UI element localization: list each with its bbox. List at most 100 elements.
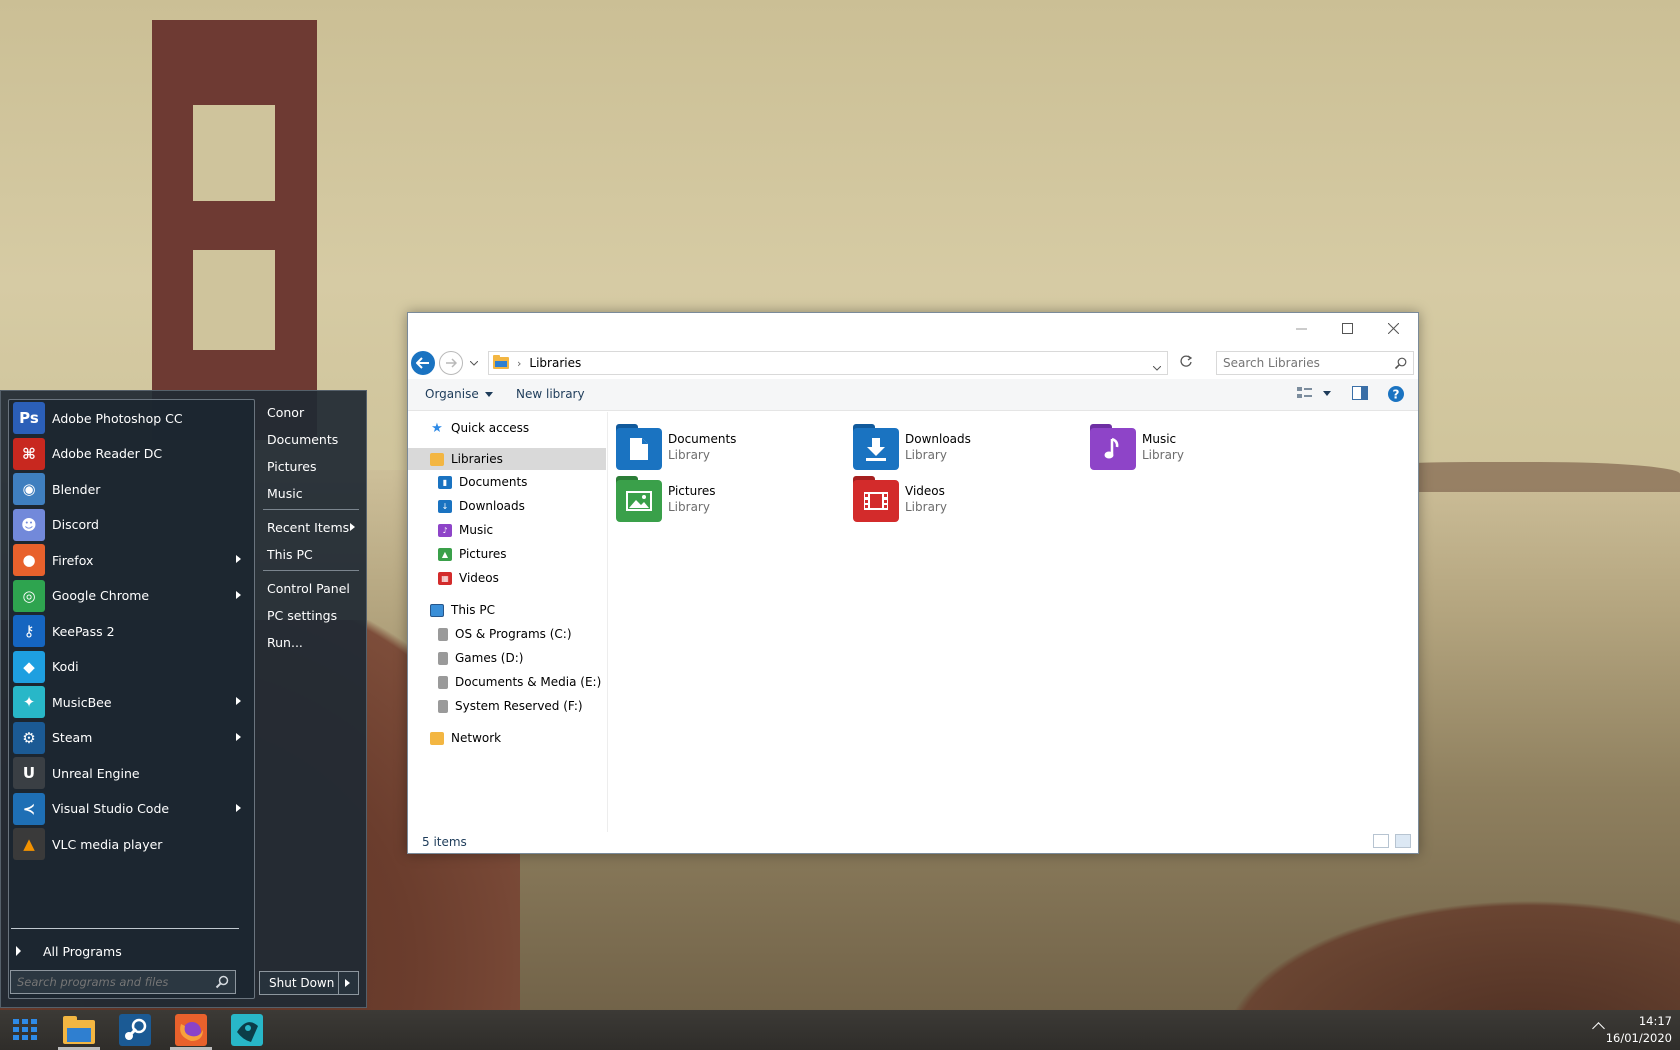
place-run[interactable]: Run... — [259, 630, 361, 654]
nav-videos[interactable]: ▦ Videos — [438, 567, 499, 589]
breadcrumb-separator-icon: › — [517, 356, 522, 370]
chevron-down-icon[interactable] — [1323, 390, 1331, 396]
drive-icon — [438, 627, 448, 641]
program-item[interactable]: ◆ Kodi — [13, 649, 249, 685]
program-label: Blender — [52, 481, 101, 497]
nav-pictures[interactable]: ▲ Pictures — [438, 543, 507, 565]
program-item[interactable]: Ps Adobe Photoshop CC — [13, 400, 249, 436]
start-search-box[interactable] — [10, 970, 236, 994]
search-icon[interactable] — [215, 975, 229, 992]
show-hidden-icons-button[interactable] — [1592, 1022, 1605, 1035]
library-pictures[interactable]: Pictures Library — [614, 475, 854, 523]
address-row: › Libraries — [408, 349, 1418, 377]
chevron-right-icon — [16, 946, 21, 956]
nav-documents-label: Documents — [459, 475, 528, 489]
program-item[interactable]: ⚙ Steam — [13, 720, 249, 756]
taskbar-musicbee[interactable] — [222, 1010, 272, 1050]
organise-button[interactable]: Organise — [425, 387, 493, 401]
status-bar: 5 items — [408, 831, 1418, 853]
search-icon[interactable] — [1394, 357, 1407, 373]
address-dropdown-icon[interactable] — [1152, 360, 1162, 374]
program-item[interactable]: U Unreal Engine — [13, 755, 249, 791]
nav-quick-access[interactable]: ★ Quick access — [430, 417, 600, 439]
nav-drive-f[interactable]: System Reserved (F:) — [438, 695, 583, 717]
divider — [11, 928, 239, 929]
place-recent-items[interactable]: Recent Items — [259, 515, 361, 539]
shutdown-button[interactable]: Shut Down — [259, 971, 359, 995]
search-input[interactable] — [1217, 356, 1387, 370]
nav-drive-e[interactable]: Documents & Media (E:) — [438, 671, 601, 693]
firefox-icon — [175, 1014, 207, 1046]
program-item[interactable]: ◎ Google Chrome — [13, 578, 249, 614]
start-button[interactable] — [0, 1010, 50, 1050]
help-icon[interactable]: ? — [1387, 385, 1405, 403]
taskbar-firefox[interactable] — [166, 1010, 216, 1050]
place-pictures[interactable]: Pictures — [259, 454, 361, 478]
program-item[interactable]: ⚷ KeePass 2 — [13, 613, 249, 649]
recent-locations-dropdown[interactable] — [468, 351, 480, 375]
film-icon — [851, 475, 899, 523]
divider — [263, 570, 359, 571]
library-music[interactable]: Music Library — [1088, 423, 1328, 471]
nav-network[interactable]: Network — [430, 727, 501, 749]
place-control-panel[interactable]: Control Panel — [259, 576, 361, 600]
place-this-pc-label: This PC — [267, 546, 313, 562]
refresh-icon[interactable] — [1180, 355, 1193, 371]
nav-music[interactable]: ♪ Music — [438, 519, 493, 541]
title-bar[interactable] — [408, 313, 1418, 343]
taskbar-steam[interactable] — [110, 1010, 160, 1050]
document-icon — [614, 423, 662, 471]
program-label: Kodi — [52, 659, 79, 674]
taskbar-file-explorer[interactable] — [54, 1010, 104, 1050]
forward-button[interactable] — [439, 351, 463, 375]
program-item[interactable]: ⌘ Adobe Reader DC — [13, 436, 249, 472]
place-music[interactable]: Music — [259, 481, 361, 505]
document-icon: ▮ — [438, 475, 452, 489]
program-label: Steam — [52, 730, 93, 745]
place-this-pc[interactable]: This PC — [259, 542, 361, 566]
new-library-button[interactable]: New library — [516, 387, 585, 401]
chevron-right-icon — [236, 732, 241, 741]
preview-pane-button[interactable] — [1352, 386, 1368, 400]
program-item[interactable]: ☻ Discord — [13, 507, 249, 543]
nav-this-pc[interactable]: This PC — [430, 599, 495, 621]
drive-icon — [438, 651, 448, 665]
details-view-icon[interactable] — [1373, 834, 1389, 848]
large-icons-view-icon[interactable] — [1395, 834, 1411, 848]
shutdown-options-arrow-icon[interactable] — [345, 979, 350, 987]
program-item[interactable]: ≺ Visual Studio Code — [13, 791, 249, 827]
picture-icon: ▲ — [438, 547, 452, 561]
close-button[interactable] — [1370, 313, 1416, 343]
place-documents[interactable]: Documents — [259, 427, 361, 451]
download-icon — [851, 423, 899, 471]
search-box[interactable] — [1216, 351, 1414, 375]
nav-network-label: Network — [451, 731, 502, 745]
program-item[interactable]: ▲ VLC media player — [13, 826, 249, 862]
nav-documents[interactable]: ▮ Documents — [438, 471, 527, 493]
library-name: Downloads — [905, 432, 971, 446]
back-button[interactable] — [411, 351, 435, 375]
system-clock[interactable]: 14:17 16/01/2020 — [1606, 1013, 1672, 1047]
library-type: Library — [1142, 448, 1184, 462]
address-bar[interactable]: › Libraries — [488, 351, 1168, 375]
download-icon: ↓ — [438, 499, 452, 513]
nav-drive-d[interactable]: Games (D:) — [438, 647, 523, 669]
start-search-input[interactable] — [11, 975, 211, 989]
program-item[interactable]: ◉ Blender — [13, 471, 249, 507]
all-programs-button[interactable]: All Programs — [6, 938, 242, 964]
program-item[interactable]: ✦ MusicBee — [13, 684, 249, 720]
place-pc-settings[interactable]: PC settings — [259, 603, 361, 627]
change-view-button[interactable] — [1297, 386, 1331, 400]
nav-downloads[interactable]: ↓ Downloads — [438, 495, 525, 517]
program-item[interactable]: ● Firefox — [13, 542, 249, 578]
maximize-button[interactable] — [1324, 313, 1370, 343]
place-control-panel-label: Control Panel — [267, 580, 350, 596]
library-documents[interactable]: Documents Library — [614, 423, 854, 471]
library-videos[interactable]: Videos Library — [851, 475, 1091, 523]
library-downloads[interactable]: Downloads Library — [851, 423, 1091, 471]
breadcrumb[interactable]: Libraries — [529, 356, 581, 370]
nav-drive-c[interactable]: OS & Programs (C:) — [438, 623, 572, 645]
minimize-button[interactable] — [1278, 313, 1324, 343]
nav-libraries[interactable]: Libraries — [408, 448, 606, 470]
place-user[interactable]: Conor — [259, 400, 361, 424]
